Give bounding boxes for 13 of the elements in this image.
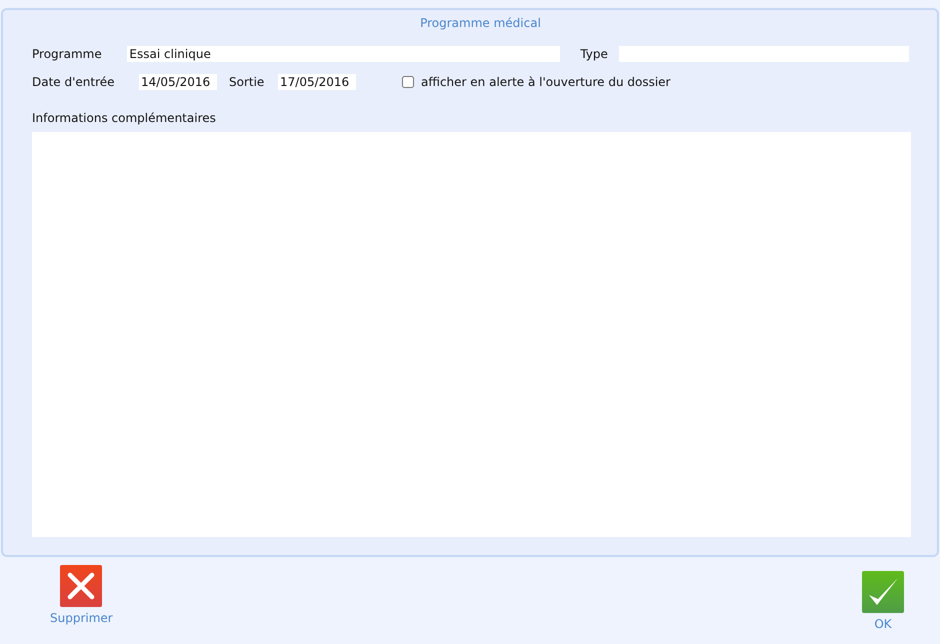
field-label: Sortie (229, 75, 266, 89)
checkmark-icon (862, 571, 904, 613)
checkbox-label: afficher en alerte à l'ouverture du dossier (421, 75, 670, 89)
field-label: Date d'entrée (32, 75, 116, 89)
programme-field[interactable]: Essai clinique (127, 46, 560, 62)
close-icon (60, 565, 102, 607)
field-label: Programme (32, 47, 103, 61)
date-field[interactable]: 17/05/2016 (278, 74, 356, 90)
alert-checkbox[interactable] (402, 76, 414, 88)
field-label: Informations complémentaires (32, 111, 216, 125)
field-label: Type (580, 47, 609, 61)
panel-title: Programme médical (420, 16, 541, 30)
date-field[interactable]: 14/05/2016 (139, 74, 217, 90)
